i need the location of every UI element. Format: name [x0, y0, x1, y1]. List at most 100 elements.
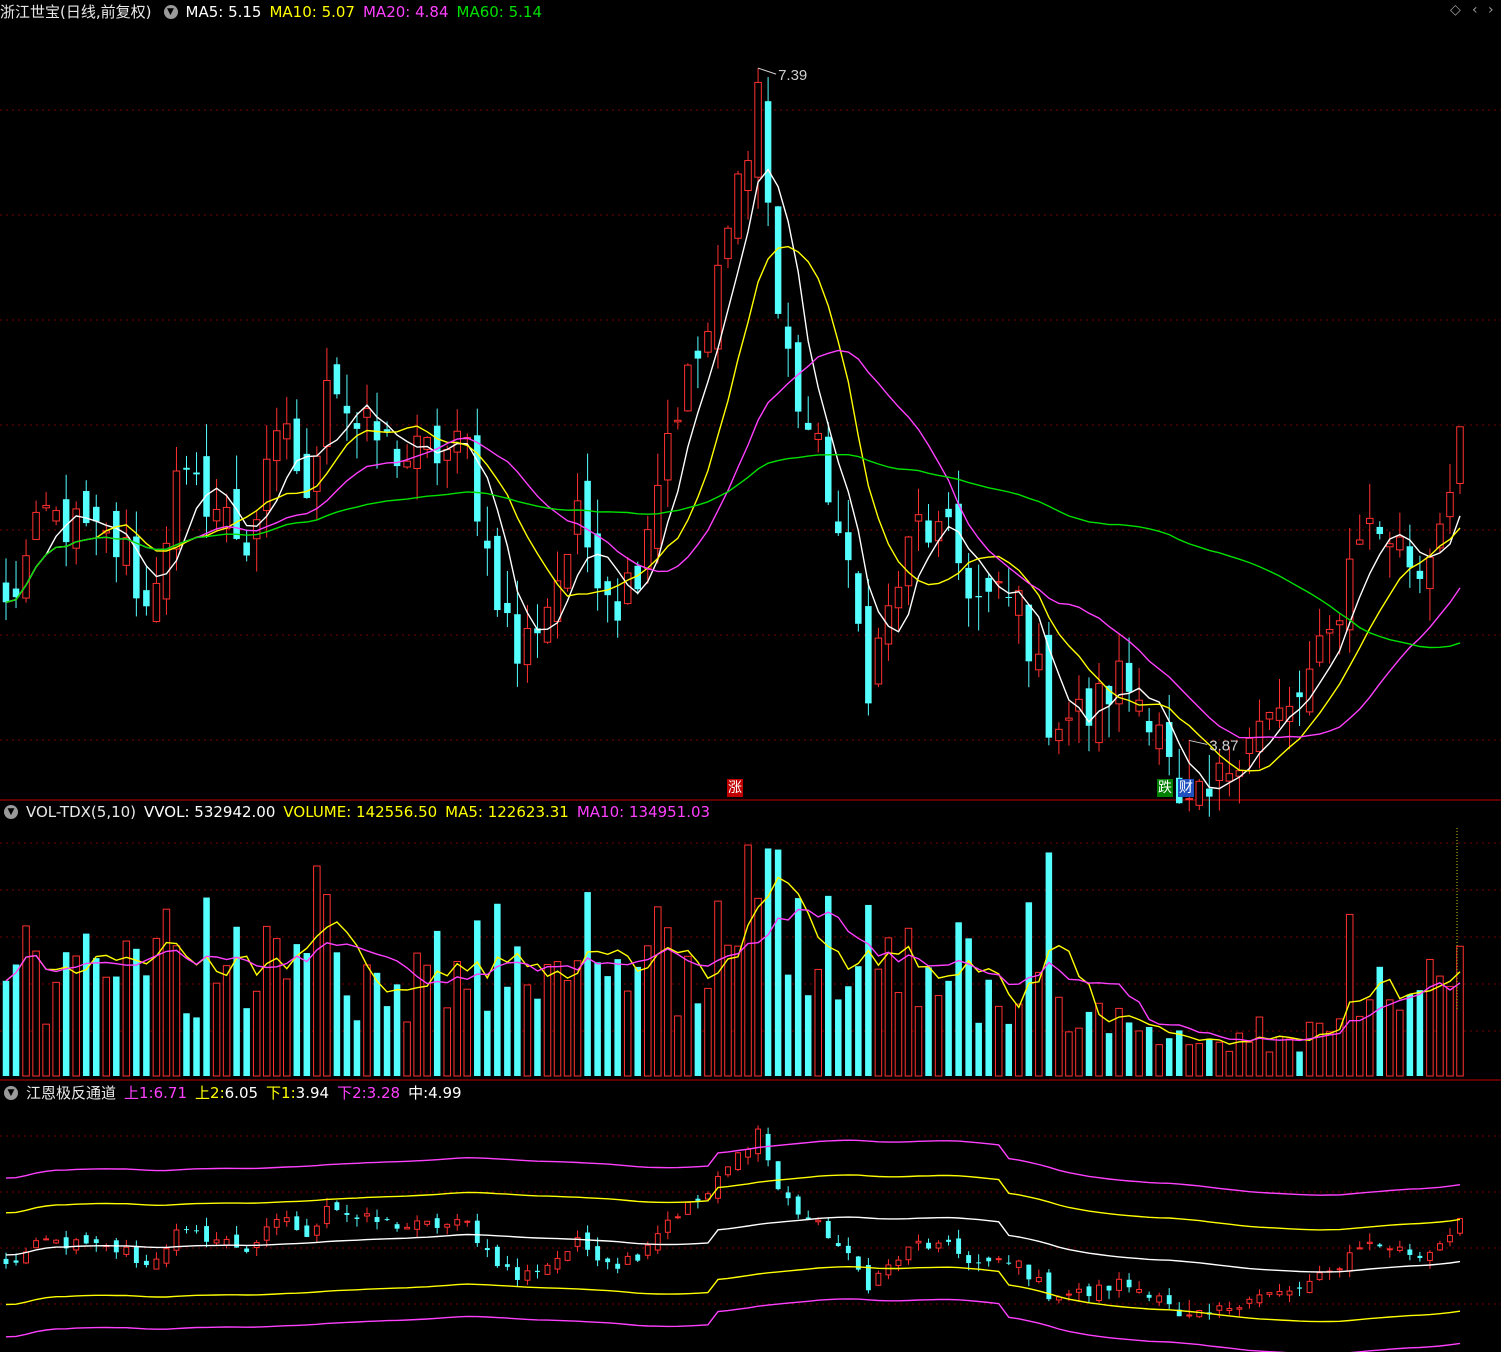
volume-bar: [604, 976, 611, 1076]
volume-bar: [1035, 971, 1043, 1077]
candle-body: [674, 419, 682, 423]
channel-candle-body: [875, 1272, 882, 1286]
channel-candle-body: [946, 1239, 952, 1242]
candle-body: [343, 405, 351, 414]
candle-body: [443, 448, 451, 461]
channel-candle-body: [213, 1239, 220, 1244]
volume-bar: [623, 990, 632, 1077]
channel-candle-body: [294, 1216, 300, 1230]
channel-candle-body: [605, 1258, 611, 1263]
volume-bar: [122, 940, 131, 1077]
candle-body: [1386, 543, 1394, 548]
candle-body: [1035, 653, 1043, 671]
channel-candle-body: [1377, 1244, 1383, 1247]
channel-candle-body: [1046, 1272, 1052, 1300]
channel-candle-body: [204, 1226, 209, 1242]
vol-ma10-label: MA10: 134951.03: [576, 803, 711, 821]
channel-candle-body: [524, 1270, 531, 1281]
channel-candle-body: [644, 1244, 651, 1256]
volume-bar: [1335, 1018, 1344, 1077]
volume-bar: [804, 995, 812, 1076]
candle-body: [1245, 737, 1254, 754]
volume-bar: [262, 925, 271, 1077]
volume-bar: [102, 976, 111, 1077]
volume-bar: [865, 904, 872, 1076]
candle-body: [1145, 720, 1153, 733]
volume-bar: [1085, 1011, 1093, 1076]
volume-bar: [884, 937, 893, 1077]
settings-toggle-icon[interactable]: ▼: [163, 5, 178, 19]
volume-bar: [1015, 1003, 1023, 1077]
candle-body: [172, 470, 181, 550]
candle-body: [1426, 556, 1434, 590]
channel-candle-body: [1407, 1249, 1413, 1255]
ma20-line: [5, 349, 1461, 739]
low-price-label: 3.87: [1209, 737, 1238, 754]
volume-bar: [1345, 913, 1354, 1077]
candle-body: [1396, 536, 1404, 551]
volume-bar: [12, 964, 20, 1076]
candle-body: [413, 435, 421, 469]
volume-bar: [1105, 1033, 1113, 1076]
channel-candle-body: [1286, 1290, 1293, 1296]
candle-body: [1185, 798, 1194, 801]
volume-bar: [363, 964, 371, 1077]
candle-body: [203, 456, 210, 517]
channel-candle-body: [895, 1259, 902, 1266]
volume-bar: [82, 933, 90, 1076]
tag-fall[interactable]: 跌: [1157, 779, 1173, 797]
channel-candle-body: [83, 1235, 89, 1244]
channel-candle-body: [143, 1260, 149, 1266]
volume-bar: [794, 898, 802, 1076]
volume-bar: [955, 922, 962, 1076]
candle-body: [925, 520, 932, 543]
channel-candle-body: [635, 1254, 641, 1261]
volume-bar: [1426, 958, 1434, 1077]
channel-candle-body: [1226, 1308, 1233, 1311]
candle-body: [1225, 773, 1234, 782]
volume-bar: [162, 908, 171, 1077]
channel-candle-body: [434, 1218, 440, 1228]
tag-rise[interactable]: 涨: [727, 779, 743, 797]
candle-body: [474, 435, 481, 522]
volume-bar: [203, 897, 210, 1076]
chevron-left-icon[interactable]: ‹: [1472, 2, 1478, 18]
volume-bar: [1155, 1044, 1163, 1077]
ma60-label: MA60: 5.14: [456, 3, 543, 21]
candle-body: [32, 511, 40, 540]
candle-body: [514, 614, 521, 664]
tag-finance[interactable]: 财: [1178, 779, 1194, 797]
candle-body: [584, 480, 591, 548]
volume-bar: [143, 975, 150, 1076]
candle-body: [845, 532, 852, 561]
volume-bar: [553, 961, 562, 1077]
candle-body: [573, 500, 582, 535]
channel-candle-body: [43, 1238, 50, 1241]
channel-candle-body: [554, 1257, 561, 1270]
volume-bar: [183, 1013, 190, 1076]
channel-candle-body: [484, 1248, 490, 1251]
diamond-icon[interactable]: ◇: [1450, 2, 1461, 18]
stock-chart[interactable]: 7.39 3.87: [0, 0, 1501, 1352]
channel-candle-body: [194, 1230, 199, 1232]
volume-bar: [22, 925, 30, 1077]
volume-toggle-icon[interactable]: ▼: [4, 805, 18, 819]
chevron-right-icon[interactable]: ›: [1488, 2, 1494, 18]
upper2-value: 6.05: [224, 1084, 259, 1102]
period-label: (日线,前复权): [60, 3, 152, 21]
candle-body: [1296, 692, 1303, 698]
channel-candle-body: [3, 1258, 9, 1265]
lower1-value: 3.94: [295, 1084, 330, 1102]
channel-candle-body: [444, 1223, 451, 1228]
candle-body: [293, 418, 301, 472]
candle-body: [985, 577, 992, 592]
volume-bar: [694, 1003, 702, 1076]
volume-bar: [133, 948, 140, 1076]
candle-body: [1025, 604, 1033, 662]
vvol-label: VVOL: 532942.00: [144, 803, 276, 821]
high-price-label: 7.39: [778, 67, 807, 84]
channel-candle-body: [1396, 1246, 1403, 1251]
volume-bar: [1305, 1021, 1314, 1077]
channel-toggle-icon[interactable]: ▼: [4, 1086, 18, 1100]
candle-body: [814, 432, 822, 440]
